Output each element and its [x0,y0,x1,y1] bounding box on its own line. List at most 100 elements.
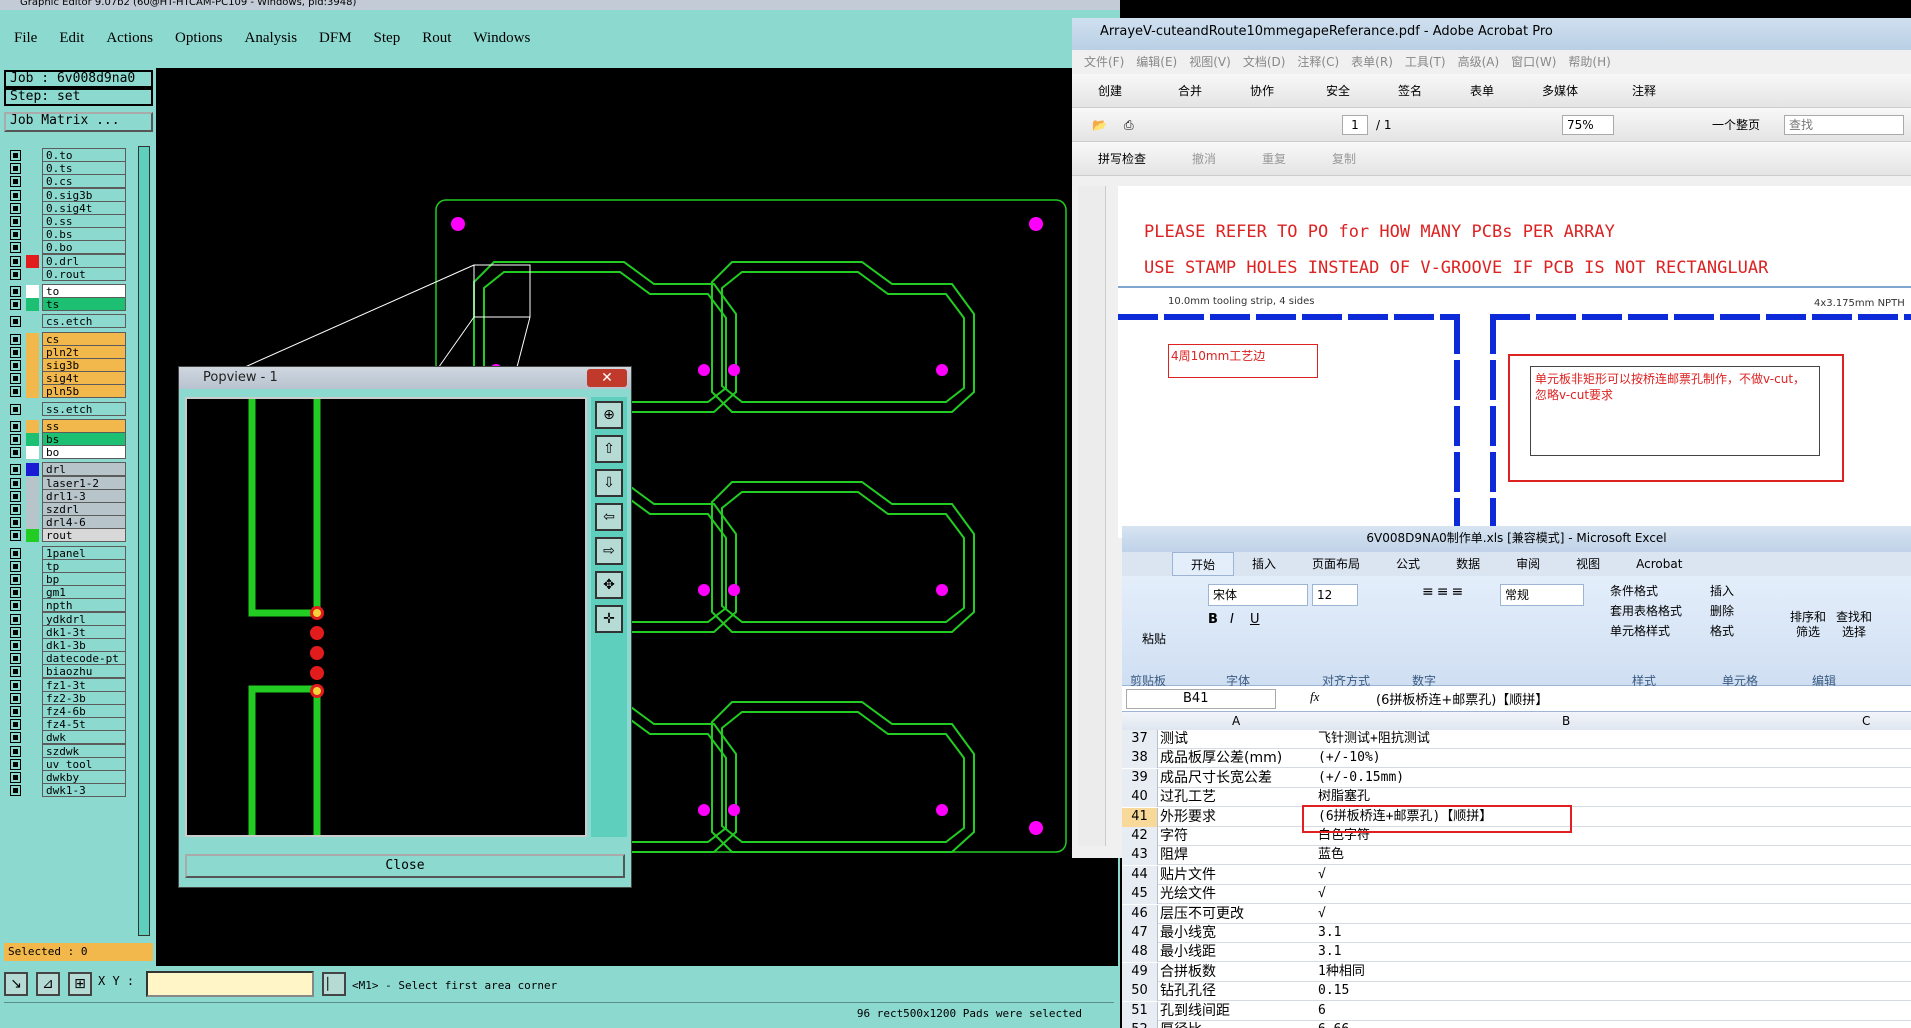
acrobat-menu-item[interactable]: 高级(A) [1458,50,1500,74]
pan-right-icon[interactable]: ⇨ [595,537,623,565]
layer-name[interactable]: 0.ts [42,161,126,176]
layer-checkbox[interactable] [10,706,21,717]
layer-name[interactable]: fz1-3t [42,677,126,692]
layer-checkbox[interactable] [10,600,21,612]
layer-name[interactable]: 1panel [42,545,126,560]
layer-row[interactable]: ss.etch [4,401,126,416]
acrobat-menu-item[interactable]: 帮助(H) [1568,50,1610,74]
layer-name[interactable]: uv_tool [42,756,126,771]
layer-checkbox[interactable] [10,176,21,188]
layer-checkbox[interactable] [10,719,21,731]
layer-row[interactable]: ydkdrl [4,611,126,626]
cell-b[interactable]: 蓝色 [1318,846,1818,864]
layer-checkbox[interactable] [10,299,21,311]
layer-checkbox[interactable] [10,464,21,476]
row-number[interactable]: 41 [1122,807,1158,827]
delete-cells-button[interactable]: 删除 [1710,602,1734,619]
layer-name[interactable]: bo [42,445,126,460]
layer-checkbox[interactable] [10,613,21,625]
ribbon-tab[interactable]: 数据 [1438,552,1498,576]
layer-name[interactable]: 0.to [42,148,126,162]
sign-button[interactable]: 签名 [1398,74,1422,108]
layer-name[interactable]: 0.cs [42,174,126,189]
acrobat-menu-item[interactable]: 工具(T) [1405,50,1446,74]
column-header-a[interactable]: A [1232,712,1240,730]
layer-row[interactable]: ss [4,418,126,433]
layer-name[interactable]: pln2t [42,344,126,359]
cell-a[interactable]: 过孔工艺 [1160,788,1310,806]
format-cells-button[interactable]: 格式 [1710,622,1734,639]
acrobat-menu-item[interactable]: 注释(C) [1297,50,1339,74]
underline-button[interactable]: U [1250,612,1260,627]
layer-name[interactable]: dk1-3b [42,638,126,652]
layer-row[interactable]: rout [4,528,126,543]
zoom-in-icon[interactable]: ⊕ [595,401,623,429]
alignment-icons[interactable]: ≡≡≡ [1422,584,1502,644]
measure-icon[interactable]: ⊿ [36,972,60,996]
center-icon[interactable]: ✛ [595,605,623,633]
row-number[interactable]: 44 [1122,865,1158,885]
layer-row[interactable]: biaozhu [4,664,126,679]
layer-row[interactable]: fz4-5t [4,717,126,732]
layer-checkbox[interactable] [10,346,21,358]
popview-close-button[interactable]: Close [185,854,625,878]
grid-icon[interactable]: ⊞ [68,972,92,996]
layer-checkbox[interactable] [10,477,21,489]
menu-step[interactable]: Step [374,30,401,47]
fit-page-button[interactable]: 一个整页 [1712,108,1760,142]
layer-checkbox[interactable] [10,386,21,398]
layer-row[interactable]: bp [4,572,126,586]
cell-a[interactable]: 最小线宽 [1160,924,1310,942]
row-number[interactable]: 45 [1122,885,1158,905]
layer-checkbox[interactable] [10,202,21,214]
layer-row[interactable]: 0.rout [4,266,126,281]
layer-name[interactable]: 0.rout [42,266,126,281]
layer-row[interactable]: 0.bo [4,240,126,255]
layer-row[interactable]: fz4-6b [4,704,126,718]
insert-cells-button[interactable]: 插入 [1710,582,1734,599]
layer-name[interactable]: 0.ss [42,214,126,228]
layer-name[interactable]: bs [42,432,126,446]
layer-row[interactable]: dwkby [4,770,126,784]
cell-b[interactable]: 飞针测试+阻抗测试 [1318,730,1818,748]
pan-left-icon[interactable]: ⇦ [595,503,623,531]
layer-name[interactable]: 0.bs [42,227,126,242]
acrobat-menu-item[interactable]: 编辑(E) [1136,50,1177,74]
conditional-format-button[interactable]: 条件格式 [1610,582,1658,599]
pdf-page[interactable]: PLEASE REFER TO PO for HOW MANY PCBs PER… [1118,186,1911,538]
cell-b[interactable]: (+/-0.15mm) [1318,769,1818,787]
layer-name[interactable]: ydkdrl [42,611,126,626]
layer-name[interactable]: laser1-2 [42,475,126,490]
ribbon-tab[interactable]: 开始 [1172,552,1235,576]
cell-b[interactable]: 0.15 [1318,982,1818,1000]
layer-row[interactable]: tp [4,558,126,573]
search-input[interactable]: 查找 [1784,115,1904,135]
layer-checkbox[interactable] [10,692,21,704]
layer-checkbox[interactable] [10,785,21,797]
layer-checkbox[interactable] [10,679,21,691]
font-size-select[interactable]: 12 [1312,584,1358,606]
layer-name[interactable]: npth [42,598,126,613]
layer-row[interactable]: dwk [4,730,126,745]
layer-checkbox[interactable] [10,745,21,757]
cell-b[interactable]: (+/-10%) [1318,749,1818,767]
redo-button[interactable]: 重复 [1262,142,1286,176]
layer-checkbox[interactable] [10,504,21,515]
layer-row[interactable]: sig3b [4,358,126,372]
menu-analysis[interactable]: Analysis [245,30,298,47]
combine-button[interactable]: 合并 [1178,74,1202,108]
acrobat-menu-item[interactable]: 文件(F) [1084,50,1124,74]
cell-b[interactable]: 3.1 [1318,924,1818,942]
cell-b[interactable]: 1种相同 [1318,963,1818,981]
spreadsheet-grid[interactable]: A B C 37 测试 飞针测试+阻抗测试 38 成品板厚公差(mm) (+/-10%) 3… [1122,712,1911,1028]
row-number[interactable]: 39 [1122,768,1158,788]
font-name-select[interactable]: 宋体 [1208,584,1308,606]
layer-name[interactable]: 0.sig3b [42,187,126,202]
layer-name[interactable]: 0.bo [42,240,126,255]
cursor-icon[interactable]: ⎸ [322,972,346,996]
layer-name[interactable]: dwk1-3 [42,783,126,798]
menu-windows[interactable]: Windows [473,30,530,47]
layer-row[interactable]: 0.ts [4,161,126,176]
layer-name[interactable]: dwk [42,730,126,745]
layer-checkbox[interactable] [10,530,21,542]
